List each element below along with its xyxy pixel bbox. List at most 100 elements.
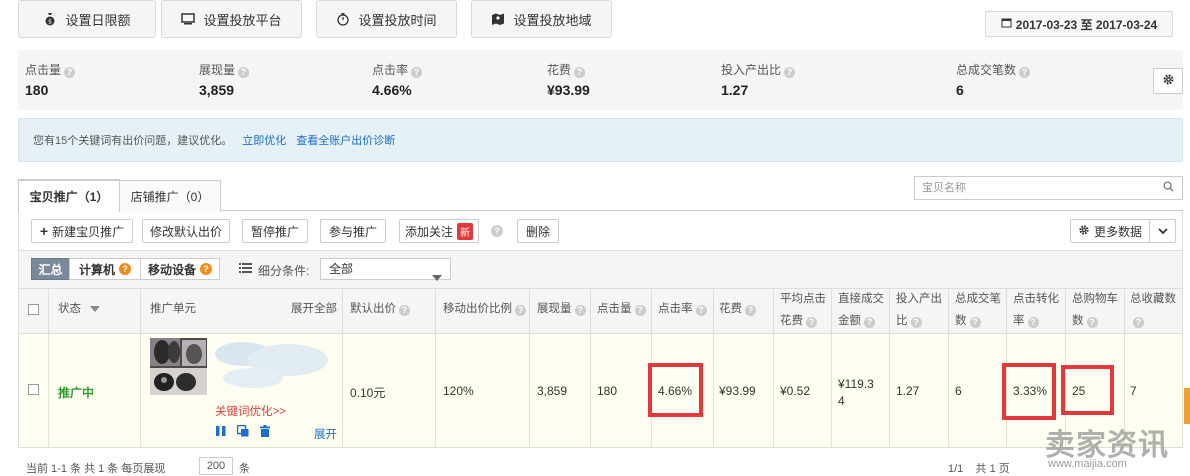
cost-header-label: 花费 [719,303,742,315]
direct-amount-line1: ¥119.3 [838,377,874,391]
help-icon[interactable]: ? [574,305,586,316]
ctr-header[interactable]: 点击率? [658,298,707,320]
tab-item-promotion[interactable]: 宝贝推广（1） [18,179,120,212]
expand-all-link[interactable]: 展开全部 [291,298,337,320]
date-range-text: 2017-03-23 至 2017-03-24 [1015,17,1158,32]
new-item-promotion-button[interactable]: + 新建宝贝推广 [31,219,133,243]
direct-amount-header-line1: 直接成交 [838,293,884,305]
optimize-now-link[interactable]: 立即优化 [242,132,286,148]
join-promotion-button[interactable]: 参与推广 [320,219,386,243]
orders-header[interactable]: 总成交笔 数? [955,288,1001,332]
warning-icon: ? [119,263,131,275]
page-size-unit: 条 [239,463,250,475]
set-region-button[interactable]: 设置投放地域 [471,0,612,38]
help-icon[interactable]: ? [515,305,526,316]
help-icon[interactable]: ? [574,67,586,78]
item-name-search-input[interactable]: 宝贝名称 [914,176,1183,200]
cart-header-line2: 数 [1072,315,1084,327]
set-daily-limit-button[interactable]: $ 设置日限额 [18,0,156,38]
default-bid-header: 默认出价? [350,298,410,320]
modify-default-bid-button[interactable]: 修改默认出价 [142,219,230,243]
help-icon[interactable]: ? [910,317,922,328]
help-icon[interactable]: ? [1133,317,1144,328]
favorites-header[interactable]: 总收藏数 ? [1130,288,1176,332]
add-follow-button[interactable]: 添加关注 新 [399,219,479,243]
cost-header[interactable]: 花费? [719,298,756,320]
cart-header[interactable]: 总购物车 数? [1072,288,1118,332]
expand-row-link[interactable]: 展开 [314,426,337,442]
set-time-label: 设置投放时间 [358,12,437,28]
default-bid-value[interactable]: 0.10元 [350,384,385,401]
page-size-input[interactable]: 200 [199,457,233,475]
tab-label: 宝贝推广（1） [29,190,109,204]
computer-toggle[interactable]: 计算机 ? [69,258,141,280]
direct-amount-header[interactable]: 直接成交 金额? [838,288,884,332]
warning-icon: ? [200,263,212,275]
help-icon[interactable]: ? [411,67,423,78]
help-icon[interactable]: ? [806,317,817,328]
condition-select[interactable]: 全部 [320,258,451,281]
help-icon[interactable]: ? [745,305,756,316]
monitor-icon [181,12,196,26]
unit-header: 推广单元 [150,303,196,315]
help-icon[interactable]: ? [64,67,76,78]
help-icon[interactable]: ? [399,305,410,316]
roi-header-line2: 比 [896,315,908,327]
roi-header-line1: 投入产出 [896,293,942,305]
money-bag-icon: $ [43,12,57,26]
delete-button[interactable]: 删除 [517,219,559,243]
more-data-dropdown[interactable] [1149,219,1176,243]
account-bid-diagnosis-link[interactable]: 查看全账户出价诊断 [296,132,395,148]
help-icon[interactable]: ? [634,305,646,316]
mobile-ratio-header-label: 移动出价比例 [443,303,512,315]
keyword-optimize-link[interactable]: 关键词优化>> [215,403,286,419]
help-icon[interactable]: ? [491,225,503,237]
col-divider [48,334,49,448]
help-icon[interactable]: ? [238,67,250,78]
avg-cost-header[interactable]: 平均点击 花费? [780,288,826,332]
copy-icon[interactable] [236,424,249,440]
help-icon[interactable]: ? [1019,67,1031,78]
avg-cost-header-line2: 花费 [780,315,803,327]
help-icon[interactable]: ? [864,317,875,328]
date-range-picker[interactable]: 2017-03-23 至 2017-03-24 [985,11,1173,37]
gear-icon [1078,224,1090,239]
set-time-button[interactable]: 设置投放时间 [316,0,457,38]
help-icon[interactable]: ? [784,67,796,78]
trash-icon[interactable] [259,425,271,440]
help-icon[interactable]: ? [1027,317,1039,328]
mobile-toggle[interactable]: 移动设备 ? [140,258,220,280]
condition-value: 全部 [329,262,354,276]
metrics-settings-button[interactable] [1153,68,1183,94]
impressions-header[interactable]: 展现量? [537,298,586,320]
scroll-handle[interactable] [1184,388,1190,424]
help-icon[interactable]: ? [1086,317,1098,328]
pause-icon[interactable] [215,425,227,440]
roi-header[interactable]: 投入产出 比? [896,288,942,332]
conversion-header-line1: 点击转化 [1013,293,1059,305]
more-data-button[interactable]: 更多数据 [1070,219,1150,243]
set-platform-button[interactable]: 设置投放平台 [161,0,302,38]
conversion-header[interactable]: 点击转化 率? [1013,288,1059,332]
favorites-header-line1: 总收藏数 [1130,293,1176,305]
status-header[interactable]: 状态 [58,298,101,320]
plus-icon: + [39,223,49,239]
clicks-header[interactable]: 点击量? [597,298,646,320]
tab-shop-promotion[interactable]: 店铺推广（0） [119,180,221,212]
status-value: 推广中 [58,386,95,400]
select-all-checkbox[interactable] [28,304,39,315]
direct-amount-header-line2: 金额 [838,315,861,327]
modify-default-bid-label: 修改默认出价 [149,224,222,239]
pause-promotion-button[interactable]: 暂停推广 [242,219,308,243]
search-icon[interactable] [1163,178,1174,200]
help-icon[interactable]: ? [969,317,981,328]
col-divider [713,288,714,334]
page-info: 1/1 共 1 页 [948,463,1010,475]
watermark-url: www.maijia.com [1048,458,1127,470]
row-checkbox[interactable] [28,384,39,395]
product-thumbnail[interactable] [150,338,207,395]
col-divider [773,334,774,448]
cost-value: ¥93.99 [719,384,756,398]
help-icon[interactable]: ? [695,305,707,316]
summary-toggle[interactable]: 汇总 [31,258,70,280]
